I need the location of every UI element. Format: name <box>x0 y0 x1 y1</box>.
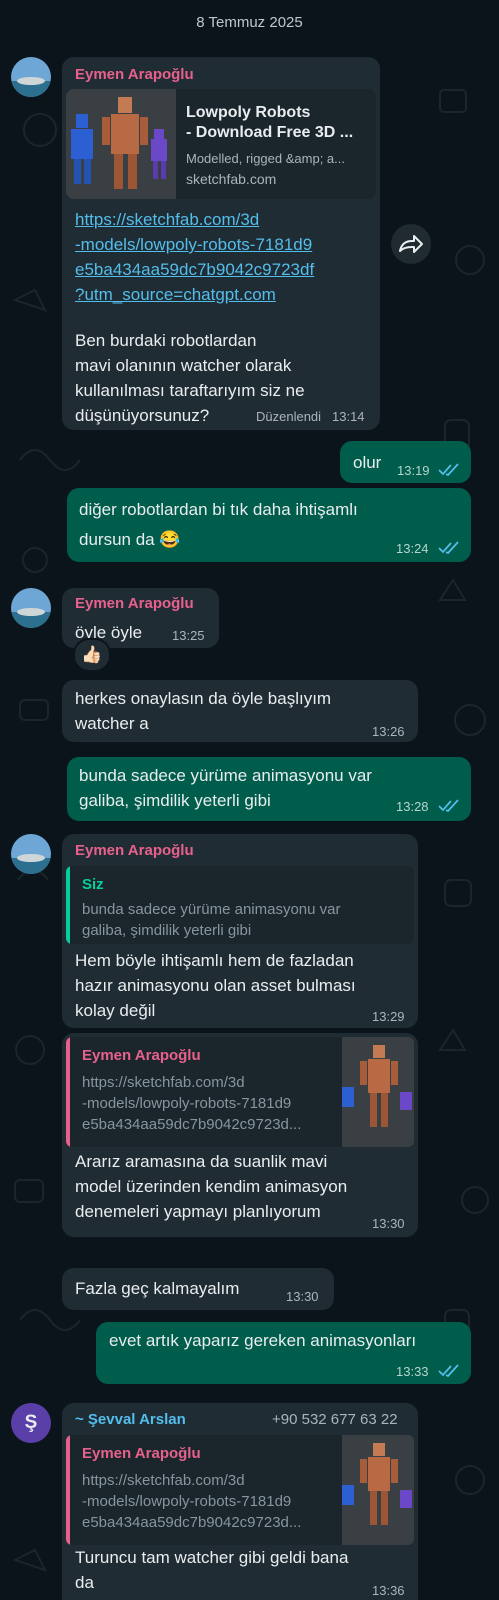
message-time: 13:30 <box>286 1289 319 1304</box>
message-time: 13:28 <box>396 799 429 814</box>
edited-label: Düzenlendi <box>256 409 322 424</box>
avatar-initial: Ş <box>24 1412 38 1433</box>
quoted-thumbnail <box>342 1435 414 1545</box>
message-bubble[interactable]: Fazla geç kalmayalım 13:30 <box>62 1268 334 1310</box>
quoted-thumbnail <box>342 1037 414 1147</box>
link-preview-thumbnail <box>66 89 176 199</box>
avatar[interactable]: Ş <box>11 1403 51 1443</box>
message-text: Hem böyle ihtişamlı hem de fazladan hazı… <box>75 951 356 1020</box>
message-time: 13:36 <box>372 1583 405 1598</box>
quoted-message[interactable]: Eymen Arapoğlu https://sketchfab.com/3d … <box>66 1037 414 1147</box>
sender-phone: +90 532 677 63 22 <box>272 1411 398 1428</box>
message-text: Turuncu tam watcher gibi geldi bana da <box>75 1548 349 1592</box>
message-text: olur <box>353 453 382 472</box>
message-link[interactable]: https://sketchfab.com/3d -models/lowpoly… <box>75 207 375 307</box>
message-bubble[interactable]: ~ Şevval Arslan +90 532 677 63 22 Eymen … <box>62 1403 418 1600</box>
message-bubble[interactable]: evet artık yaparız gereken animasyonları… <box>96 1322 471 1384</box>
link-preview-description: Modelled, rigged &amp; a... <box>186 151 345 166</box>
message-bubble[interactable]: bunda sadece yürüme animasyonu var galib… <box>67 757 471 821</box>
sender-name[interactable]: Eymen Arapoğlu <box>75 595 194 612</box>
quoted-text: https://sketchfab.com/3d -models/lowpoly… <box>82 1472 302 1531</box>
quoted-message[interactable]: Eymen Arapoğlu https://sketchfab.com/3d … <box>66 1435 414 1545</box>
sender-name[interactable]: Eymen Arapoğlu <box>75 66 194 83</box>
read-receipt-icon <box>438 1364 459 1378</box>
message-time: 13:33 <box>396 1364 429 1379</box>
quoted-text: https://sketchfab.com/3d -models/lowpoly… <box>82 1074 302 1133</box>
message-bubble[interactable]: diğer robotlardan bi tık daha ihtişamlı … <box>67 488 471 562</box>
message-time: 13:19 <box>397 463 430 478</box>
reaction-badge[interactable]: 👍🏻 <box>73 638 111 672</box>
forward-icon <box>399 235 423 253</box>
avatar[interactable] <box>11 57 51 97</box>
message-time: 13:24 <box>396 541 429 556</box>
link-preview[interactable]: Lowpoly Robots - Download Free 3D ... Mo… <box>66 89 376 199</box>
quoted-sender: Eymen Arapoğlu <box>82 1047 201 1064</box>
forward-button[interactable] <box>391 224 431 264</box>
message-time: 13:25 <box>172 628 205 643</box>
avatar[interactable] <box>11 588 51 628</box>
sender-name[interactable]: ~ Şevval Arslan <box>75 1411 186 1428</box>
quoted-sender: Siz <box>82 876 104 893</box>
message-text: evet artık yaparız gereken animasyonları <box>109 1331 417 1350</box>
message-bubble[interactable]: Eymen Arapoğlu Siz bunda sadece yürüme a… <box>62 834 418 1028</box>
sender-name[interactable]: Eymen Arapoğlu <box>75 842 194 859</box>
avatar[interactable] <box>11 834 51 874</box>
message-text: Ararız aramasına da suanlik mavi model ü… <box>75 1152 348 1221</box>
message-time: 13:14 <box>332 409 365 424</box>
message-time: 13:30 <box>372 1216 405 1231</box>
message-time: 13:29 <box>372 1009 405 1024</box>
message-text: Fazla geç kalmayalım <box>75 1279 240 1298</box>
quoted-sender: Eymen Arapoğlu <box>82 1445 201 1462</box>
read-receipt-icon <box>438 799 459 813</box>
message-bubble[interactable]: olur 13:19 <box>340 441 471 483</box>
quoted-text: bunda sadece yürüme animasyonu var galib… <box>82 901 341 939</box>
read-receipt-icon <box>438 541 459 555</box>
message-bubble[interactable]: Eymen Arapoğlu Lowpoly Robots - Download… <box>62 57 380 430</box>
link-preview-title: Lowpoly Robots - Download Free 3D ... <box>186 104 354 141</box>
read-receipt-icon <box>438 463 459 477</box>
message-bubble[interactable]: herkes onaylasın da öyle başlıyım watche… <box>62 680 418 742</box>
link-preview-domain: sketchfab.com <box>186 171 277 187</box>
date-separator: 8 Temmuz 2025 <box>196 14 303 31</box>
message-text: herkes onaylasın da öyle başlıyım watche… <box>75 689 332 733</box>
message-bubble[interactable]: Eymen Arapoğlu https://sketchfab.com/3d … <box>62 1033 418 1237</box>
message-time: 13:26 <box>372 724 405 739</box>
quoted-message[interactable]: Siz bunda sadece yürüme animasyonu var g… <box>66 866 414 944</box>
message-text: Ben burdaki robotlardan mavi olanının wa… <box>75 331 305 425</box>
